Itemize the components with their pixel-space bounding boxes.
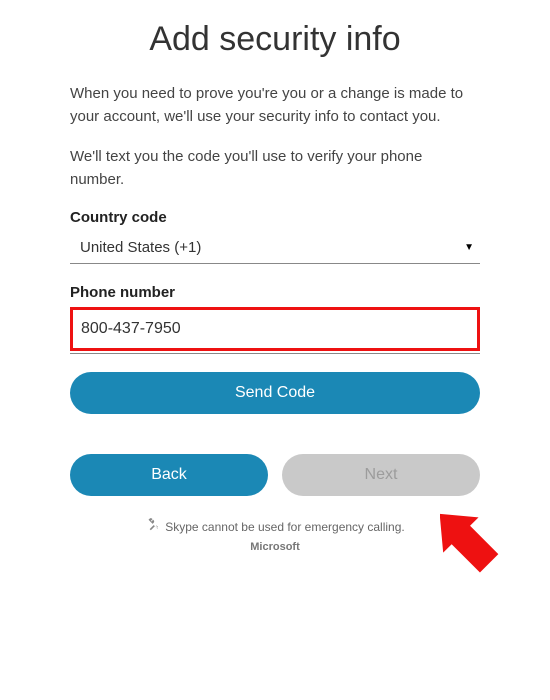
phone-underline — [70, 353, 480, 354]
tools-icon — [145, 518, 159, 535]
intro-paragraph-1: When you need to prove you're you or a c… — [70, 83, 480, 128]
nav-button-row: Back Next — [70, 454, 480, 496]
phone-number-input[interactable] — [79, 314, 471, 344]
phone-number-label: Phone number — [70, 284, 480, 301]
country-code-selected-value: United States (+1) — [70, 232, 480, 264]
chevron-down-icon: ▼ — [464, 242, 474, 253]
country-code-label: Country code — [70, 209, 480, 226]
footer: Skype cannot be used for emergency calli… — [70, 518, 480, 553]
page-title: Add security info — [70, 20, 480, 59]
intro-paragraph-2: We'll text you the code you'll use to ve… — [70, 146, 480, 191]
send-code-button[interactable]: Send Code — [70, 372, 480, 414]
next-button[interactable]: Next — [282, 454, 480, 496]
back-button[interactable]: Back — [70, 454, 268, 496]
phone-input-highlight-annotation — [70, 307, 480, 351]
country-code-select[interactable]: United States (+1) ▼ — [70, 232, 480, 264]
emergency-calling-notice: Skype cannot be used for emergency calli… — [165, 520, 404, 534]
brand-label: Microsoft — [70, 541, 480, 553]
